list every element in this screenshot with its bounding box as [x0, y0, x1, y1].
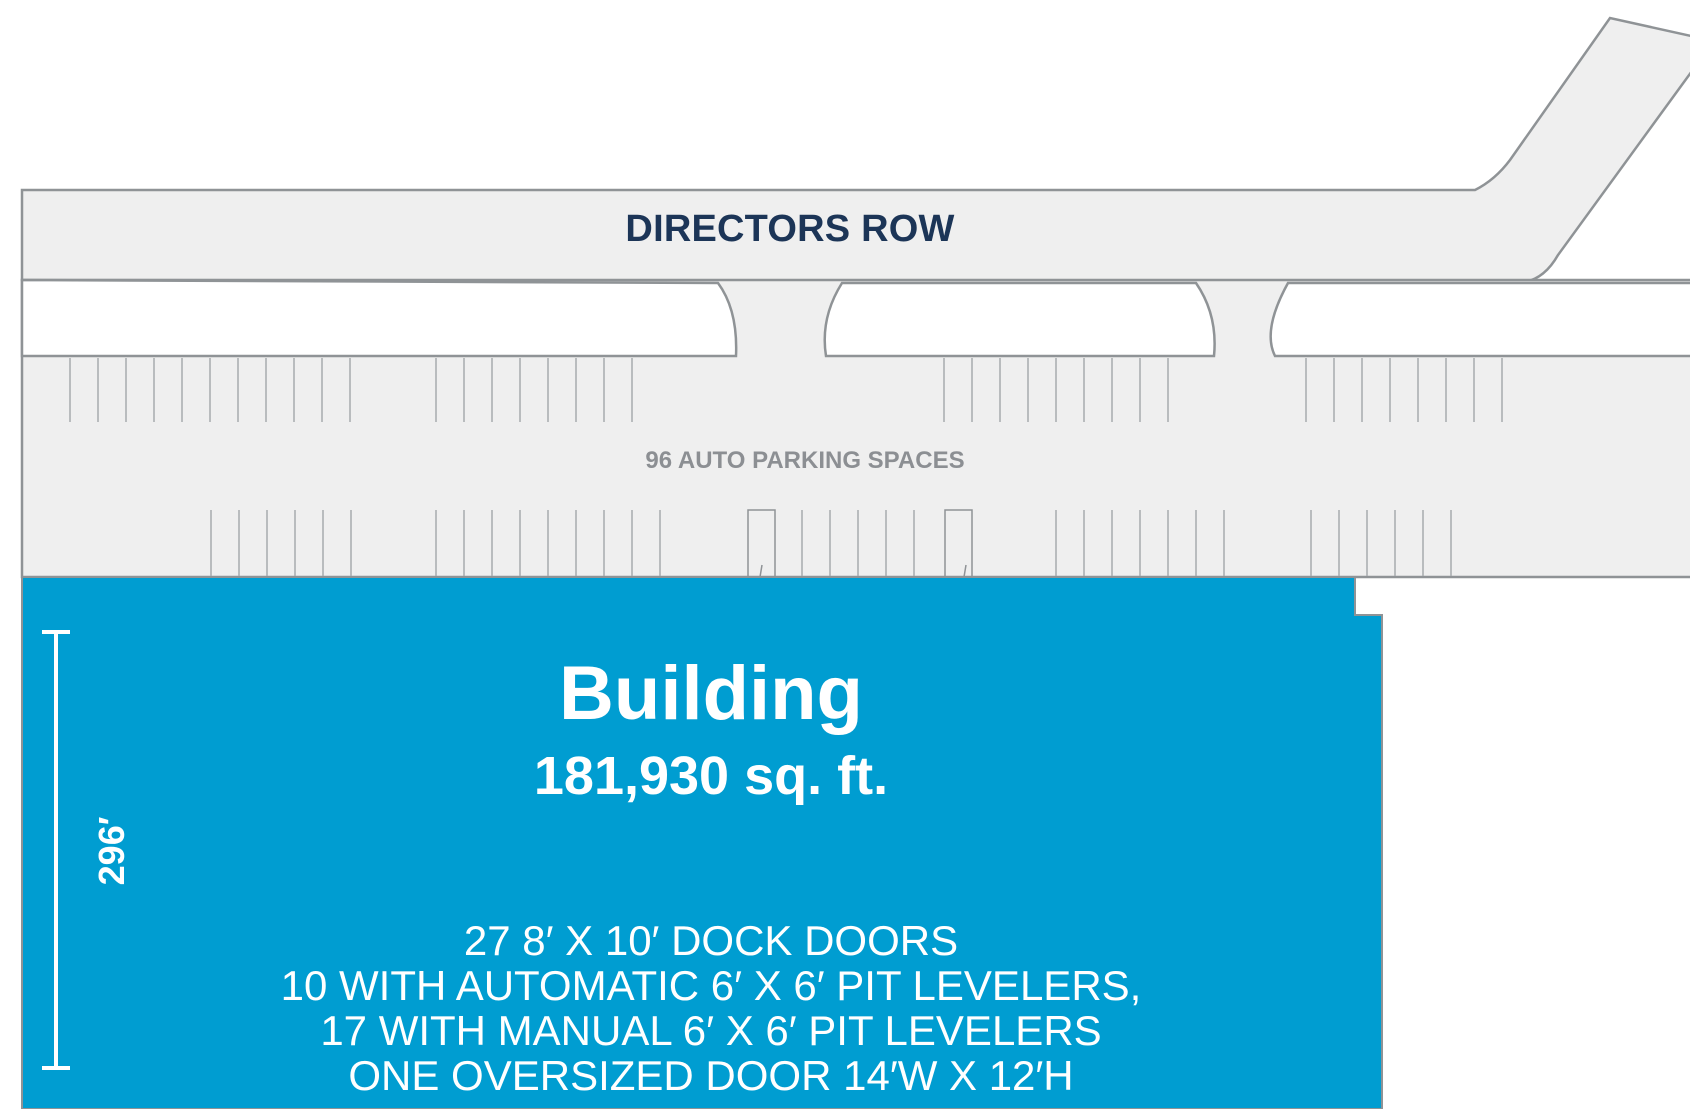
landscape-island-1	[20, 278, 738, 358]
parking-count-label: 96 AUTO PARKING SPACES	[645, 447, 965, 474]
building-spec-line: 27 8′ X 10′ DOCK DOORS	[463, 917, 959, 964]
building-spec-line: ONE OVERSIZED DOOR 14′W X 12′H	[348, 1052, 1074, 1099]
building-title: Building	[559, 651, 863, 736]
building-spec-line: 17 WITH MANUAL 6′ X 6′ PIT LEVELERS	[320, 1007, 1102, 1054]
building-area: 181,930 sq. ft.	[533, 746, 889, 806]
landscape-island-3	[1269, 281, 1690, 358]
depth-dimension-label: 296′	[91, 816, 132, 886]
building-spec-line: 10 WITH AUTOMATIC 6′ X 6′ PIT LEVELERS,	[280, 962, 1142, 1009]
building-specs: 27 8′ X 10′ DOCK DOORS 10 WITH AUTOMATIC…	[0, 918, 1422, 1098]
road-name-label: DIRECTORS ROW	[625, 208, 955, 250]
landscape-island-2	[823, 281, 1216, 358]
